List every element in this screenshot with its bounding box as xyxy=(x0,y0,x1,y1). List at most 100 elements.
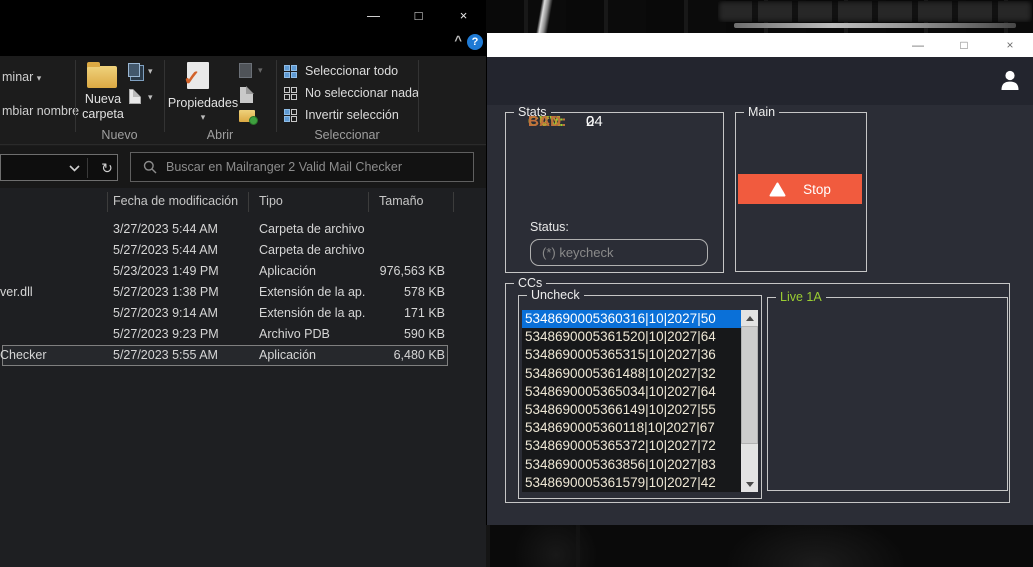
file-row[interactable]: 5/27/2023 9:14 AM Extensión de la ap... … xyxy=(2,303,448,324)
dropdown-icon: ▾ xyxy=(37,73,42,83)
card-list-item[interactable]: 5348690005360316|10|2027|50 xyxy=(522,310,741,328)
card-rows: 5348690005360316|10|2027|50 534869000536… xyxy=(522,310,741,492)
refresh-icon[interactable]: ↻ xyxy=(97,158,117,178)
card-list-item[interactable]: 5348690005363856|10|2027|83 xyxy=(522,456,741,474)
card-list-item[interactable]: 5348690005361488|10|2027|32 xyxy=(522,365,741,383)
file-rows: 3/27/2023 5:44 AM Carpeta de archivos 5/… xyxy=(2,219,448,366)
dropdown-icon[interactable]: ▾ xyxy=(148,92,153,103)
column-separator[interactable] xyxy=(107,192,108,212)
checker-maximize-button[interactable]: □ xyxy=(941,33,987,57)
scroll-down-icon[interactable] xyxy=(741,476,758,492)
column-header-date[interactable]: Fecha de modificación xyxy=(113,194,238,208)
properties-icon: ✓ xyxy=(187,62,209,89)
collapse-ribbon-icon[interactable]: ^ xyxy=(454,33,462,48)
easy-access-icon[interactable] xyxy=(128,63,140,77)
card-list-item[interactable]: 5348690005361579|10|2027|42 xyxy=(522,474,741,492)
history-icon[interactable] xyxy=(239,110,255,122)
stop-button-label: Stop xyxy=(803,182,831,197)
uncheck-title: Uncheck xyxy=(527,288,584,303)
address-bar[interactable]: ↻ xyxy=(0,154,118,181)
search-input[interactable] xyxy=(166,160,473,174)
scroll-up-icon[interactable] xyxy=(741,310,758,326)
ribbon-rename-button[interactable]: mbiar nombre xyxy=(2,104,79,118)
explorer-maximize-button[interactable]: □ xyxy=(396,0,441,30)
status-label: Status: xyxy=(530,220,569,234)
column-separator[interactable] xyxy=(368,192,369,212)
selection-command-button[interactable]: No seleccionar nada xyxy=(284,82,419,104)
screen: — □ × ^ ? minar ▾ mbiar nombre Nueva car… xyxy=(0,0,1033,567)
column-headers: Fecha de modificación Tipo Tamaño xyxy=(0,190,486,214)
open-file-icon[interactable] xyxy=(240,87,253,103)
explorer-ribbon: minar ▾ mbiar nombre Nueva carpeta ▾ ▾ ✓… xyxy=(0,56,486,145)
dropdown-icon: ▾ xyxy=(258,65,263,76)
column-header-size[interactable]: Tamaño xyxy=(379,194,423,208)
desktop-wallpaper-top xyxy=(486,0,1033,33)
explorer-close-button[interactable]: × xyxy=(441,0,486,30)
status-input[interactable] xyxy=(530,239,708,266)
ribbon-group-open: Abrir xyxy=(164,128,276,142)
explorer-titlebar: — □ × xyxy=(0,0,486,30)
dropdown-icon[interactable]: ▾ xyxy=(160,112,246,123)
new-folder-button[interactable]: Nueva carpeta xyxy=(72,92,134,122)
ccs-groupbox: CCs Uncheck 5348690005360316|10|2027|50 … xyxy=(505,283,1010,503)
card-listbox[interactable]: 5348690005360316|10|2027|50 534869000536… xyxy=(522,310,758,492)
help-icon[interactable]: ? xyxy=(467,34,483,50)
ribbon-group-select: Seleccionar xyxy=(276,128,418,142)
checker-minimize-button[interactable]: — xyxy=(895,33,941,57)
column-header-type[interactable]: Tipo xyxy=(259,194,283,208)
new-item-icon[interactable] xyxy=(129,89,141,104)
desktop-wallpaper-bottom xyxy=(486,525,1033,567)
column-separator[interactable] xyxy=(248,192,249,212)
stat-label: BAD: xyxy=(528,113,586,130)
checker-body: Stats CVV: 0 CCN: 0 xyxy=(487,105,1033,525)
card-list-item[interactable]: 5348690005366149|10|2027|55 xyxy=(522,401,741,419)
card-list-item[interactable]: 5348690005365372|10|2027|72 xyxy=(522,437,741,455)
stat-row: BAD: 24 xyxy=(528,113,603,130)
selection-grid-icon xyxy=(284,87,297,100)
wallpaper-bar xyxy=(734,23,1016,28)
scrollbar-thumb[interactable] xyxy=(741,326,758,444)
stats-groupbox: Stats CVV: 0 CCN: 0 xyxy=(505,112,724,273)
new-folder-icon xyxy=(87,66,117,88)
main-groupbox: Main Stop xyxy=(735,112,867,272)
selection-grid-icon xyxy=(284,65,297,78)
user-icon[interactable] xyxy=(999,69,1021,91)
selection-command-button[interactable]: Seleccionar todo xyxy=(284,60,419,82)
stat-value: 24 xyxy=(586,113,603,130)
ribbon-delete-button[interactable]: minar ▾ xyxy=(2,70,41,84)
column-separator[interactable] xyxy=(453,192,454,212)
listbox-scrollbar[interactable] xyxy=(741,310,758,492)
wallpaper-panel xyxy=(718,1,1032,22)
search-box xyxy=(130,152,474,182)
card-list-item[interactable]: 5348690005360118|10|2027|67 xyxy=(522,419,741,437)
chevron-down-icon[interactable] xyxy=(69,165,80,172)
ribbon-separator xyxy=(418,60,419,132)
card-list-item[interactable]: 5348690005365034|10|2027|64 xyxy=(522,383,741,401)
file-row[interactable]: 5/27/2023 5:44 AM Carpeta de archivos xyxy=(2,240,448,261)
file-row[interactable]: 5/23/2023 1:49 PM Aplicación 976,563 KB xyxy=(2,261,448,282)
checker-header xyxy=(487,57,1033,105)
properties-button[interactable]: Propiedades xyxy=(160,96,246,110)
card-list-item[interactable]: 5348690005365315|10|2027|36 xyxy=(522,346,741,364)
main-title: Main xyxy=(744,105,779,120)
dropdown-icon[interactable]: ▾ xyxy=(148,66,153,77)
ribbon-group-new: Nuevo xyxy=(75,128,164,142)
explorer-helpbar: ^ ? xyxy=(0,30,486,56)
explorer-minimize-button[interactable]: — xyxy=(351,0,396,30)
checker-window: — □ × Stats CVV: 0 xyxy=(487,33,1033,525)
checker-close-button[interactable]: × xyxy=(987,33,1033,57)
edit-icon[interactable] xyxy=(239,63,252,78)
file-row[interactable]: ver.dll 5/27/2023 1:38 PM Extensión de l… xyxy=(2,282,448,303)
checker-titlebar: — □ × xyxy=(487,33,1033,57)
ribbon-separator xyxy=(276,60,277,132)
stop-button[interactable]: Stop xyxy=(738,174,862,204)
wallpaper-shapes xyxy=(486,525,1033,567)
file-row[interactable]: Checker 5/27/2023 5:55 AM Aplicación 6,4… xyxy=(2,345,448,366)
address-divider xyxy=(87,158,88,178)
explorer-window: — □ × ^ ? minar ▾ mbiar nombre Nueva car… xyxy=(0,0,486,567)
file-row[interactable]: 3/27/2023 5:44 AM Carpeta de archivos xyxy=(2,219,448,240)
card-list-item[interactable]: 5348690005361520|10|2027|64 xyxy=(522,328,741,346)
file-row[interactable]: 5/27/2023 9:23 PM Archivo PDB 590 KB xyxy=(2,324,448,345)
selection-grid-icon xyxy=(284,109,297,122)
selection-command-button[interactable]: Invertir selección xyxy=(284,104,419,126)
